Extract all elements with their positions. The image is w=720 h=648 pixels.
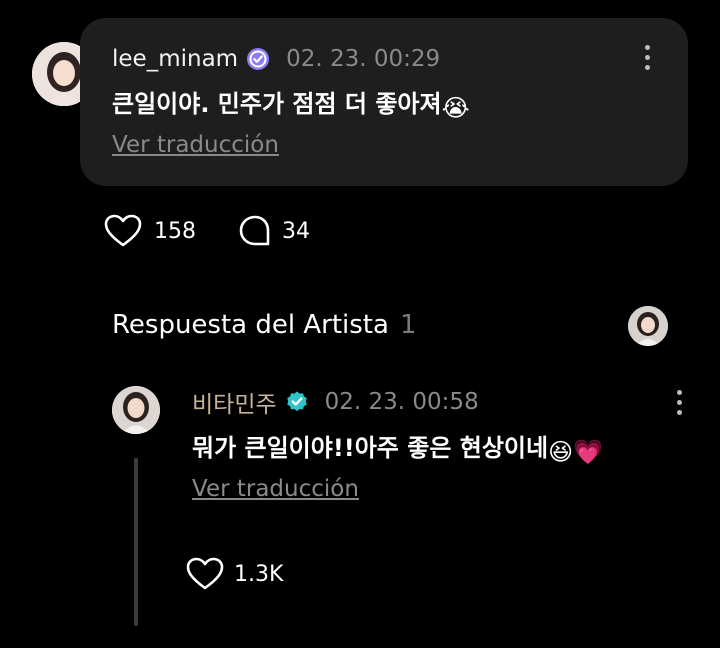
comment-date: 02. 23. 00:29 xyxy=(286,46,441,72)
thread-line xyxy=(134,458,138,626)
heart-icon xyxy=(186,557,224,591)
verified-badge-icon xyxy=(246,47,270,71)
artist-avatar-small[interactable] xyxy=(628,306,668,346)
reply-text: 뭐가 큰일이야!!아주 좋은 현상이네 xyxy=(192,434,549,462)
comment-bubble-icon xyxy=(238,214,272,248)
reply-like-count: 1.3K xyxy=(234,561,284,587)
section-title: Respuesta del Artista xyxy=(112,310,389,340)
reply-header: 비타민주 02. 23. 00:58 xyxy=(192,385,479,419)
artist-section-header: Respuesta del Artista 1 xyxy=(112,310,417,340)
comment-header: lee_minam 02. 23. 00:29 xyxy=(112,44,440,74)
reply-count: 34 xyxy=(282,218,310,244)
reply-text-row: 뭐가 큰일이야!!아주 좋은 현상이네😆💗 xyxy=(192,428,603,466)
laughing-emoji: 😆 xyxy=(548,438,574,466)
pink-heart-emoji: 💗 xyxy=(573,438,603,466)
translate-link[interactable]: Ver traducción xyxy=(112,132,279,158)
reply-like-button[interactable]: 1.3K xyxy=(186,557,283,591)
crying-emoji: 😭 xyxy=(441,94,470,122)
heart-icon xyxy=(104,214,142,248)
comment-username[interactable]: lee_minam xyxy=(112,46,238,72)
artist-avatar[interactable] xyxy=(112,386,160,434)
artist-avatar-small-image xyxy=(628,306,668,346)
more-options-icon[interactable] xyxy=(645,45,650,75)
like-count: 158 xyxy=(154,218,196,244)
section-count: 1 xyxy=(400,310,417,340)
artist-avatar-image xyxy=(112,386,160,434)
comment-text-row: 큰일이야. 민주가 점점 더 좋아져😭 xyxy=(112,84,470,122)
comment-text: 큰일이야. 민주가 점점 더 좋아져 xyxy=(112,90,442,118)
reply-more-options-icon[interactable] xyxy=(677,390,682,420)
artist-verified-icon xyxy=(285,390,309,414)
like-button[interactable]: 158 xyxy=(104,214,196,248)
reply-date: 02. 23. 00:58 xyxy=(324,389,479,415)
reply-translate-link[interactable]: Ver traducción xyxy=(192,476,359,502)
reply-username[interactable]: 비타민주 xyxy=(192,385,277,419)
reply-button[interactable]: 34 xyxy=(238,214,310,248)
